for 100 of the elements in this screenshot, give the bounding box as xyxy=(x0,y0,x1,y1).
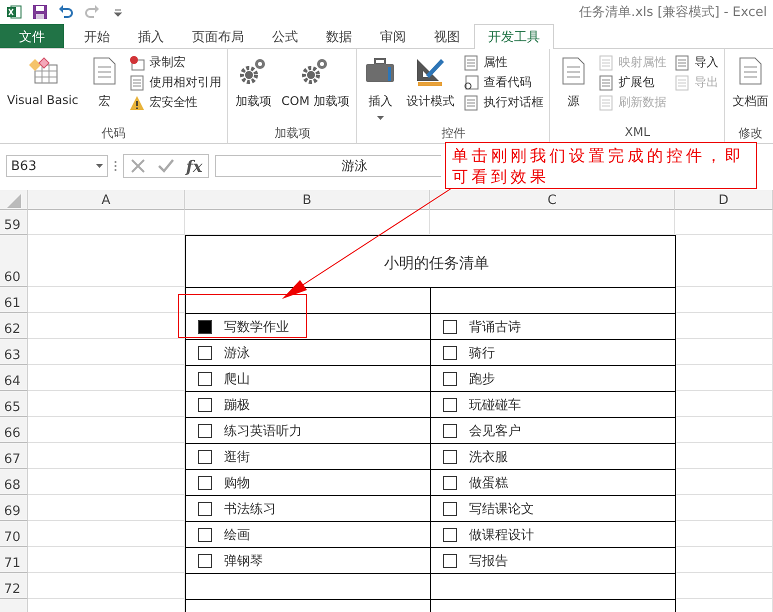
checkbox[interactable] xyxy=(443,320,457,334)
ribbon-button[interactable]: COM 加载项 xyxy=(278,51,352,125)
checkbox-label: 洗衣服 xyxy=(469,448,508,466)
ribbon-tab[interactable]: 开始 xyxy=(70,24,124,48)
ribbon-small-button[interactable]: 导入 xyxy=(672,54,720,71)
checkbox[interactable] xyxy=(198,476,212,490)
row-header[interactable]: 62 xyxy=(0,313,28,339)
ribbon-button[interactable]: 宏 xyxy=(85,51,124,125)
checkbox[interactable] xyxy=(198,450,212,464)
checkbox[interactable] xyxy=(443,476,457,490)
warning-icon xyxy=(129,94,146,110)
ribbon-tab[interactable]: 插入 xyxy=(124,24,178,48)
ribbon-small-button[interactable]: 查看代码 xyxy=(461,74,546,91)
checkbox[interactable] xyxy=(198,372,212,386)
ribbon-small-button[interactable]: 执行对话框 xyxy=(461,94,546,111)
row-header[interactable]: 61 xyxy=(0,287,28,313)
row-header[interactable]: 60 xyxy=(0,235,28,287)
checkbox-label: 爬山 xyxy=(224,370,250,388)
insert-function-button[interactable]: fx xyxy=(186,156,202,176)
ribbon-button[interactable]: 源 xyxy=(554,51,592,125)
code-search-icon xyxy=(463,74,480,90)
ribbon-tab[interactable]: 视图 xyxy=(420,24,474,48)
row-header[interactable]: 64 xyxy=(0,365,28,391)
undo-icon[interactable] xyxy=(58,4,74,20)
ribbon-small-button[interactable]: 扩展包 xyxy=(596,74,668,91)
row-header[interactable]: 63 xyxy=(0,339,28,365)
ribbon-button[interactable]: 设计模式 xyxy=(403,51,458,125)
name-box[interactable]: B63 xyxy=(6,155,108,177)
checkbox[interactable] xyxy=(198,554,212,568)
checkbox-label: 写结课论文 xyxy=(469,500,534,518)
checkbox[interactable] xyxy=(198,346,212,360)
grip-icon xyxy=(114,160,117,172)
group-label: 控件 xyxy=(440,125,466,142)
checkbox-label: 练习英语听力 xyxy=(224,422,302,440)
document-icon xyxy=(598,74,614,90)
group-label: 加载项 xyxy=(273,125,312,142)
ribbon-button[interactable]: Visual Basic xyxy=(4,51,82,125)
row-header[interactable]: 67 xyxy=(0,443,28,469)
checkbox-label: 蹦极 xyxy=(224,396,250,414)
row-header[interactable]: 66 xyxy=(0,417,28,443)
checkbox[interactable] xyxy=(443,372,457,386)
row-header[interactable]: 70 xyxy=(0,521,28,547)
ribbon-button[interactable]: 文档面 xyxy=(729,51,772,125)
formula-field[interactable]: 游泳 xyxy=(215,155,442,177)
checkbox[interactable] xyxy=(443,398,457,412)
checkbox[interactable] xyxy=(198,502,212,516)
document-icon xyxy=(598,94,614,110)
checkbox[interactable] xyxy=(443,554,457,568)
column-header[interactable]: A xyxy=(28,190,185,210)
checkbox-label: 绘画 xyxy=(224,526,250,544)
checkbox-label: 书法练习 xyxy=(224,500,276,518)
checkbox-label: 购物 xyxy=(224,474,250,492)
column-header[interactable]: D xyxy=(675,190,773,210)
checkbox[interactable] xyxy=(443,450,457,464)
checkbox-label: 弹钢琴 xyxy=(224,552,263,570)
document-icon xyxy=(674,74,690,90)
ribbon-tab[interactable]: 页面布局 xyxy=(178,24,258,48)
save-icon[interactable] xyxy=(32,4,48,20)
ribbon-dropdown-button[interactable]: 插入 xyxy=(361,51,400,125)
ribbon-tab[interactable]: 数据 xyxy=(312,24,366,48)
ribbon-tab[interactable]: 文件 xyxy=(0,24,64,48)
ribbon-small-button[interactable]: 宏安全性 xyxy=(127,94,224,111)
ribbon-tab[interactable]: 公式 xyxy=(258,24,312,48)
column-header[interactable]: C xyxy=(430,190,675,210)
sheet-title: 小明的任务清单 xyxy=(185,235,676,288)
checkbox[interactable] xyxy=(198,528,212,542)
checkbox-label: 游泳 xyxy=(224,344,250,362)
checkbox-label: 写报告 xyxy=(469,552,508,570)
checkbox[interactable] xyxy=(443,502,457,516)
spreadsheet-app-icon[interactable] xyxy=(6,4,22,20)
checkbox[interactable] xyxy=(198,320,212,334)
row-header[interactable]: 68 xyxy=(0,469,28,495)
checkbox-label: 逛街 xyxy=(224,448,250,466)
document-icon xyxy=(598,54,614,70)
callout-text: 单击刚刚我们设置完成的控件，即可看到效果 xyxy=(445,142,757,189)
ribbon-small-button[interactable]: 录制宏 xyxy=(127,54,224,71)
document-icon xyxy=(463,94,480,110)
row-header[interactable]: 72 xyxy=(0,573,28,599)
checkbox[interactable] xyxy=(443,528,457,542)
column-header[interactable]: B xyxy=(185,190,430,210)
checkbox[interactable] xyxy=(198,424,212,438)
caret-icon xyxy=(376,116,384,120)
document-icon xyxy=(674,54,690,70)
checkbox[interactable] xyxy=(443,346,457,360)
ribbon-tab[interactable]: 审阅 xyxy=(366,24,420,48)
checkbox-label: 背诵古诗 xyxy=(469,318,521,336)
caret-icon xyxy=(96,164,103,168)
ribbon-tab[interactable]: 开发工具 xyxy=(474,24,554,49)
row-header[interactable]: 65 xyxy=(0,391,28,417)
ribbon-button[interactable]: 加载项 xyxy=(232,51,274,125)
row-header[interactable]: 69 xyxy=(0,495,28,521)
ribbon-small-button[interactable]: 使用相对引用 xyxy=(127,74,224,91)
group-label: 修改 xyxy=(737,125,764,142)
ribbon-small-button[interactable]: 属性 xyxy=(461,54,546,71)
checkbox[interactable] xyxy=(198,398,212,412)
row-header[interactable]: 71 xyxy=(0,547,28,573)
row-header[interactable]: 59 xyxy=(0,210,28,235)
checkbox-label: 会见客户 xyxy=(469,422,521,440)
checkbox[interactable] xyxy=(443,424,457,438)
window-title: 任务清单.xls [兼容模式] - Excel xyxy=(579,4,767,21)
